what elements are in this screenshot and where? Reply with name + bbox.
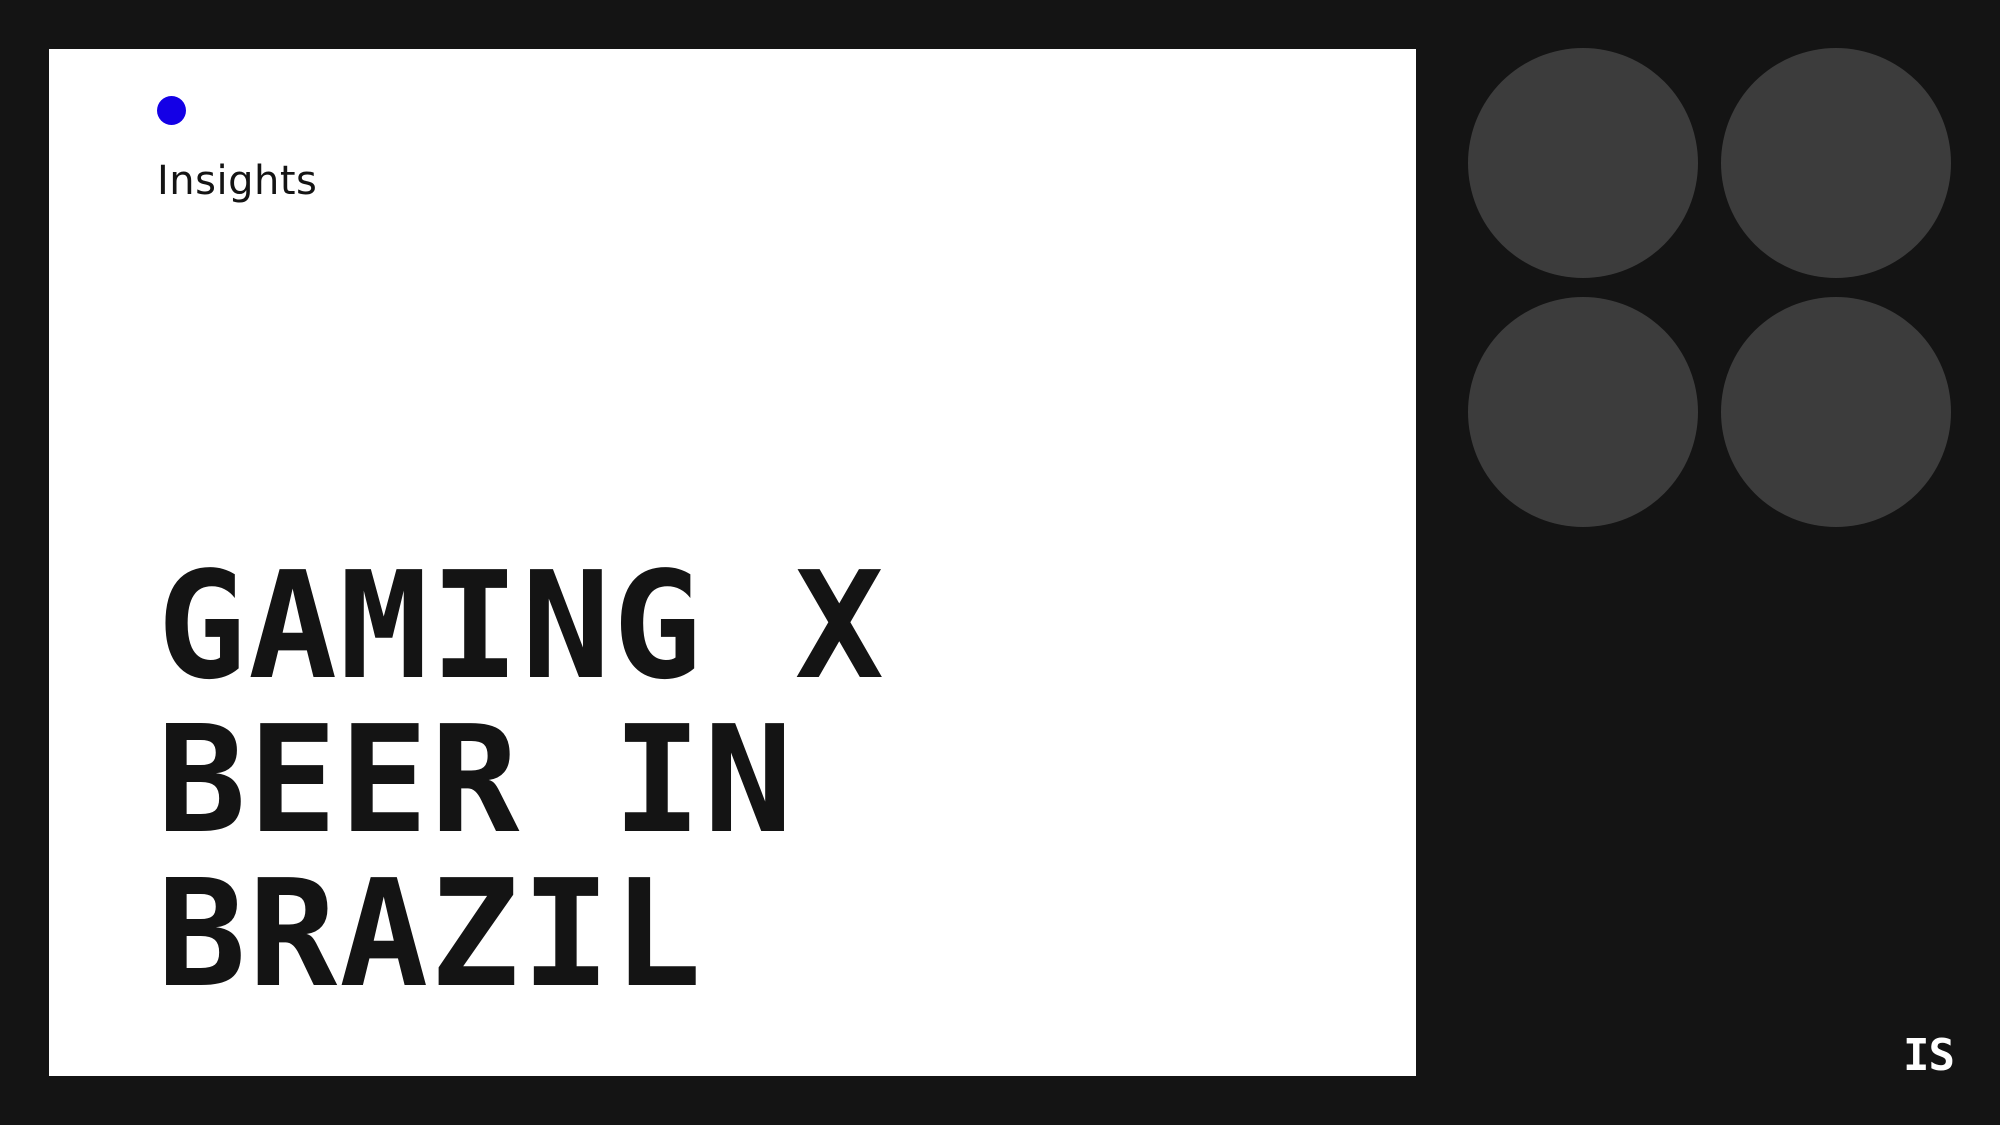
title-card: Insights GAMING X BEER IN BRAZIL [49, 49, 1416, 1076]
section-kicker: Insights [157, 158, 318, 204]
decorative-circle-top-left [1468, 48, 1698, 278]
accent-dot-icon [157, 96, 186, 125]
decorative-circle-top-right [1721, 48, 1951, 278]
slide-headline: GAMING X BEER IN BRAZIL [157, 540, 886, 1020]
decorative-circle-grid [1468, 48, 1952, 529]
decorative-circle-bottom-left [1468, 297, 1698, 527]
decorative-circle-bottom-right [1721, 297, 1951, 527]
brand-logo: IS [1903, 1030, 1955, 1081]
